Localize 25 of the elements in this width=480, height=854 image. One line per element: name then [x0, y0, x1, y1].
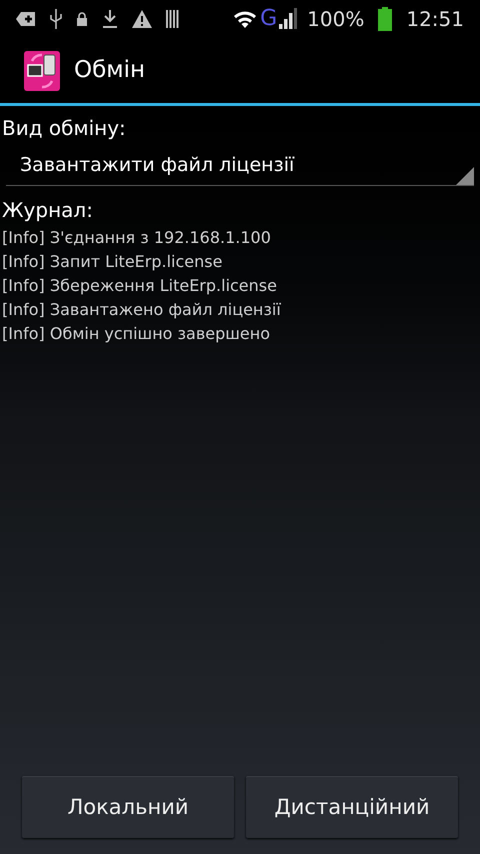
wifi-icon [232, 9, 258, 29]
signal-icon [279, 8, 298, 30]
screen-title: Обмін [74, 56, 146, 86]
log-line: [Info] Обмін успішно завершено [2, 323, 271, 345]
clock: 12:51 [406, 6, 464, 33]
exchange-type-dropdown[interactable]: Завантажити файл ліцензії [6, 146, 474, 186]
app-icon [24, 50, 60, 90]
log-line: [Info] З'єднання з 192.168.1.100 [2, 227, 272, 249]
log-line: [Info] Завантажено файл ліцензії [2, 299, 282, 321]
network-type: G [260, 8, 278, 30]
battery-icon [378, 7, 392, 31]
usb-icon [50, 9, 62, 29]
warning-icon [132, 10, 152, 28]
exchange-button[interactable]: Дистанційний [246, 776, 458, 838]
download-icon [102, 10, 118, 28]
exchange-type-label: Вид обміну: [2, 115, 127, 142]
exchange-button[interactable]: Локальний [22, 776, 234, 838]
battery-percent: 100% [307, 6, 364, 33]
log-line: [Info] Збереження LiteErp.license [2, 275, 278, 297]
notification-icon [16, 11, 36, 27]
log-label: Журнал: [2, 197, 94, 224]
lock-icon [76, 12, 88, 26]
barcode-icon [166, 10, 180, 28]
dropdown-corner-icon [456, 167, 474, 185]
log-line: [Info] Запит LiteErp.license [2, 251, 224, 273]
